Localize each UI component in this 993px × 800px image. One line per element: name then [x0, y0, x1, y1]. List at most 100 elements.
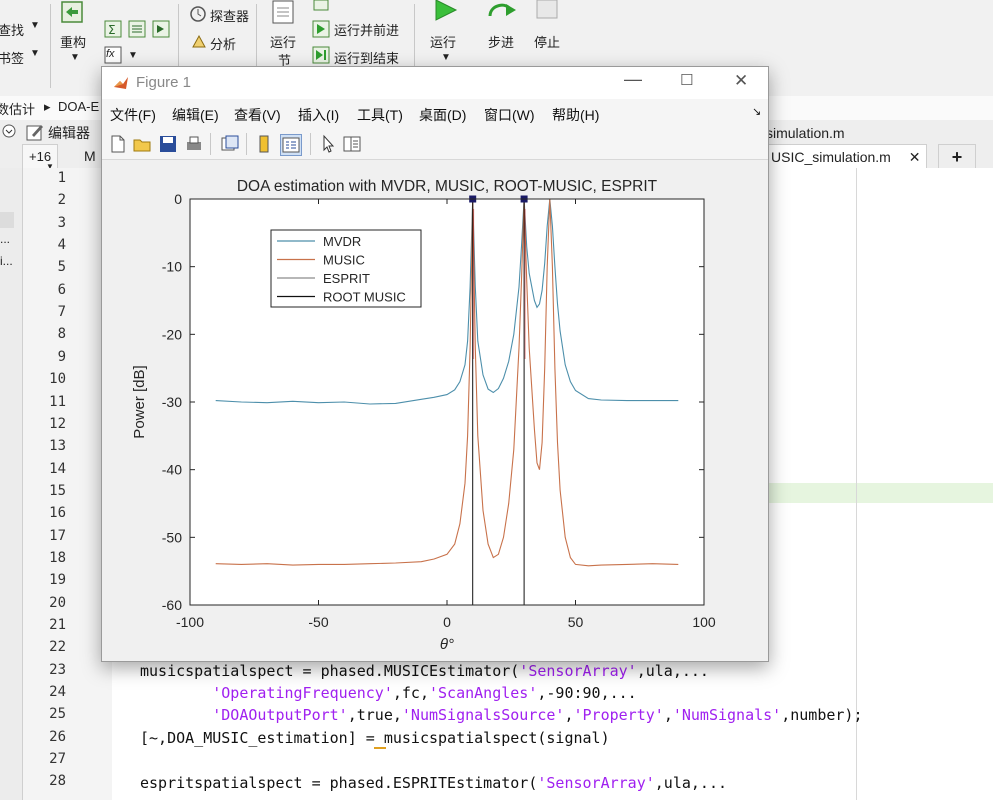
- selected-file-marker: [0, 212, 14, 228]
- run-advance-icon[interactable]: [312, 20, 330, 38]
- minimize-icon[interactable]: —: [624, 69, 642, 90]
- line-number: 1: [57, 170, 66, 186]
- bookmark-button[interactable]: 书签: [0, 48, 24, 67]
- menu-file[interactable]: 文件(F): [110, 105, 156, 125]
- sigma-icon[interactable]: Σ: [104, 20, 122, 38]
- code-line-28[interactable]: espritspatialspect = phased.ESPRITEstima…: [140, 774, 727, 792]
- line-number: 13: [49, 438, 66, 455]
- x-tick-label: -100: [176, 614, 204, 630]
- function-dropdown-icon[interactable]: ▼: [128, 50, 138, 61]
- find-button[interactable]: 查找: [0, 20, 24, 39]
- collapse-icon[interactable]: [2, 124, 16, 138]
- close-icon[interactable]: ✕: [734, 71, 748, 91]
- y-tick-label: -60: [162, 597, 182, 613]
- link-plot-icon[interactable]: [220, 134, 240, 154]
- new-tab-button[interactable]: +: [938, 144, 976, 170]
- menu-insert[interactable]: 插入(I): [298, 105, 339, 125]
- open-file-icon[interactable]: [132, 134, 152, 154]
- property-inspector-icon[interactable]: [342, 134, 362, 154]
- run-to-end-button[interactable]: 运行到结束: [334, 48, 399, 67]
- line-number: 28: [49, 773, 66, 790]
- find-dropdown-icon[interactable]: ▼: [30, 20, 40, 31]
- y-tick-label: 0: [174, 191, 182, 207]
- line-number: 15: [49, 482, 66, 499]
- run-icon[interactable]: [430, 0, 460, 22]
- new-figure-icon[interactable]: [108, 134, 128, 154]
- doa-chart[interactable]: -100 -50 0 50 100 0 -10 -20 -30 -40 -50 -60 DOA esti…: [102, 160, 768, 661]
- print-icon[interactable]: [184, 134, 204, 154]
- run-section-icon[interactable]: [270, 0, 298, 26]
- figure-window[interactable]: Figure 1 — ☐ ✕ 文件(F) 编辑(E) 查看(V) 插入(I) 工…: [101, 66, 769, 662]
- line-number: 2: [57, 192, 66, 209]
- line-number: 5: [57, 259, 66, 276]
- refactor-button[interactable]: 重构: [60, 32, 86, 51]
- tab-label: M: [84, 148, 96, 164]
- y-tick-label: -40: [162, 462, 182, 478]
- code-line-24[interactable]: 'OperatingFrequency',fc,'ScanAngles',-90…: [140, 684, 636, 702]
- explorer-icon[interactable]: [188, 4, 208, 24]
- line-number: 11: [49, 393, 66, 410]
- menu-edit[interactable]: 编辑(E): [172, 105, 219, 125]
- code-line-25[interactable]: 'DOAOutputPort',true,'NumSignalsSource',…: [140, 706, 862, 724]
- chart-title: DOA estimation with MVDR, MUSIC, ROOT-MU…: [237, 178, 658, 195]
- step-button[interactable]: 步进: [488, 32, 514, 51]
- svg-text:Σ: Σ: [108, 23, 116, 37]
- maximize-icon[interactable]: ☐: [680, 71, 693, 89]
- analyze-button[interactable]: 分析: [210, 34, 236, 53]
- outdent-icon[interactable]: [152, 20, 170, 38]
- stop-icon[interactable]: [535, 0, 561, 22]
- line-number: 17: [49, 527, 66, 544]
- x-tick-label: 100: [692, 614, 716, 630]
- run-to-end-icon[interactable]: [312, 46, 330, 64]
- matlab-logo-icon: [114, 77, 128, 89]
- breadcrumb-item[interactable]: DOA-E: [58, 99, 99, 114]
- analyze-icon[interactable]: [190, 33, 208, 51]
- line-number: 8: [57, 326, 66, 343]
- file-fragment[interactable]: i...: [0, 254, 13, 268]
- save-icon[interactable]: [158, 134, 178, 154]
- refactor-icon[interactable]: [58, 0, 88, 26]
- run-button[interactable]: 运行: [430, 32, 456, 51]
- menu-view[interactable]: 查看(V): [234, 105, 281, 125]
- editor-panel-label: 编辑器: [48, 125, 90, 141]
- explorer-button[interactable]: 探查器: [210, 6, 249, 25]
- tab-music-simulation[interactable]: USIC_simulation.m ✕: [764, 144, 928, 169]
- legend-icon[interactable]: [280, 134, 302, 156]
- tab-label: USIC_simulation.m: [771, 149, 891, 165]
- run-dropdown-icon[interactable]: ▼: [441, 52, 451, 63]
- breadcrumb-item[interactable]: 数估计: [0, 99, 35, 118]
- bookmark-dropdown-icon[interactable]: ▼: [30, 48, 40, 59]
- line-number: 10: [49, 371, 66, 388]
- x-tick-label: 50: [568, 614, 584, 630]
- file-fragment[interactable]: ...: [0, 232, 10, 246]
- figure-titlebar[interactable]: Figure 1 — ☐ ✕: [102, 67, 768, 99]
- legend-entry: MVDR: [323, 234, 361, 249]
- legend-entry: ESPRIT: [323, 271, 370, 286]
- line-number: 19: [49, 572, 66, 589]
- stop-button[interactable]: 停止: [534, 32, 560, 51]
- code-line-23[interactable]: musicspatialspect = phased.MUSICEstimato…: [140, 662, 709, 680]
- step-icon[interactable]: [486, 0, 520, 22]
- dock-icon[interactable]: ↘: [752, 105, 761, 118]
- menu-window[interactable]: 窗口(W): [484, 105, 535, 125]
- line-number: 23: [49, 661, 66, 678]
- menu-tools[interactable]: 工具(T): [357, 105, 403, 125]
- toolbar-separator: [210, 133, 211, 155]
- menu-desktop[interactable]: 桌面(D): [419, 105, 466, 125]
- pointer-icon[interactable]: [318, 134, 338, 154]
- tab-partial-2[interactable]: M: [78, 144, 102, 168]
- run-section-button[interactable]: 运行: [270, 32, 296, 51]
- close-icon[interactable]: ✕: [909, 149, 921, 165]
- tab-simulation-header[interactable]: simulation.m: [760, 121, 851, 145]
- run-advance-button[interactable]: 运行并前进: [334, 20, 399, 39]
- refactor-dropdown-icon[interactable]: ▼: [70, 52, 80, 63]
- menu-help[interactable]: 帮助(H): [552, 105, 599, 125]
- indent-icon[interactable]: [128, 20, 146, 38]
- line-number: 9: [57, 348, 66, 365]
- fx-label: fx: [106, 48, 115, 60]
- y-tick-label: -20: [162, 326, 182, 342]
- colorbar-icon[interactable]: [254, 134, 274, 154]
- code-line-26[interactable]: [~,DOA_MUSIC_estimation] = musicspatials…: [140, 729, 610, 747]
- line-number: 26: [49, 728, 66, 745]
- line-number: 22: [49, 639, 66, 656]
